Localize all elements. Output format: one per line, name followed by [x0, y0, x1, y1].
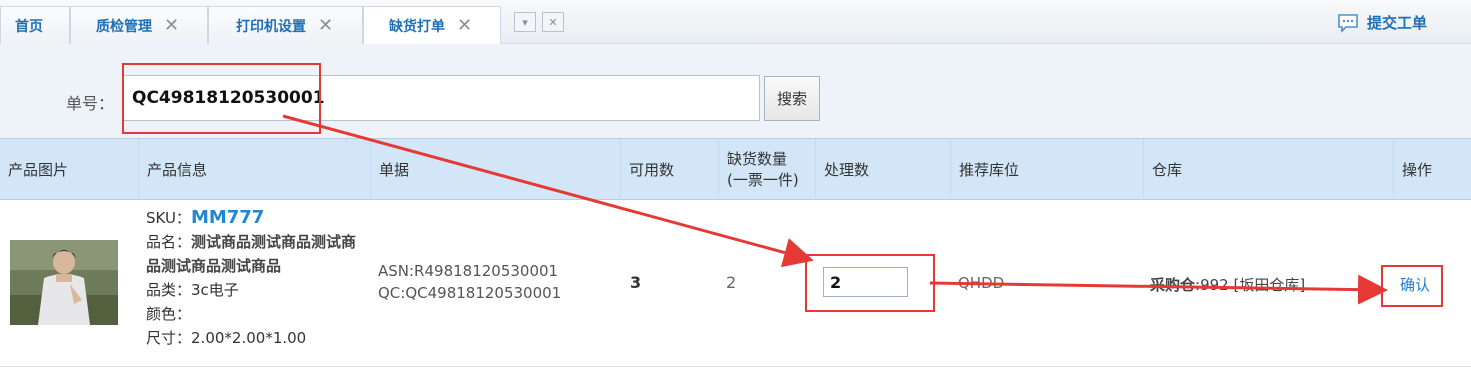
product-info: SKU：MM777 品名：测试商品测试商品测试商品测试商品测试商品 品类：3c电…: [146, 206, 361, 350]
size-label: 尺寸：: [146, 329, 192, 347]
table-row: SKU：MM777 品名：测试商品测试商品测试商品测试商品测试商品 品类：3c电…: [0, 200, 1471, 367]
qc-number: QC:QC49818120530001: [378, 284, 562, 302]
order-number-label: 单号：: [66, 94, 115, 113]
close-icon[interactable]: ✕: [318, 16, 333, 35]
documents: ASN:R49818120530001 QC:QC49818120530001: [378, 260, 561, 304]
recommended-location: QHDD: [958, 274, 1005, 292]
header-process-qty: 处理数: [815, 139, 950, 201]
header-shortage-line2: (一票一件): [727, 171, 799, 189]
shortage-count: 2: [726, 273, 737, 292]
color-label: 颜色：: [146, 305, 192, 323]
close-all-tabs-icon[interactable]: ✕: [542, 12, 564, 32]
header-product-image: 产品图片: [8, 160, 69, 179]
tab-quality-management[interactable]: 质检管理 ✕: [70, 6, 208, 44]
color-line: 颜色：: [146, 302, 361, 326]
tab-label: 打印机设置: [236, 18, 306, 35]
header-recommended-location: 推荐库位: [950, 139, 1143, 201]
asn-number: ASN:R49818120530001: [378, 262, 559, 280]
name-line: 品名：测试商品测试商品测试商品测试商品测试商品: [146, 230, 361, 278]
tab-printer-settings[interactable]: 打印机设置 ✕: [208, 6, 363, 44]
header-shortage-line1: 缺货数量: [727, 150, 788, 168]
product-image: [10, 240, 118, 325]
search-button[interactable]: 搜索: [764, 76, 820, 121]
header-documents: 单据: [370, 139, 620, 201]
submit-ticket-button[interactable]: 提交工单: [1337, 12, 1427, 33]
close-icon[interactable]: ✕: [457, 17, 472, 35]
name-label: 品名：: [146, 233, 192, 251]
header-shortage: 缺货数量 (一票一件): [718, 139, 815, 201]
tab-label: 首页: [15, 18, 43, 35]
warehouse-type: 采购仓: [1150, 276, 1196, 294]
close-icon[interactable]: ✕: [164, 16, 179, 35]
warehouse: 采购仓:992 [坂田仓库]: [1150, 274, 1305, 295]
table-header: 产品图片 产品信息 单据 可用数 缺货数量 (一票一件) 处理数 推荐库位 仓库…: [0, 138, 1471, 201]
annotation-box-order-number: [122, 63, 321, 134]
chat-bubble-icon: [1338, 13, 1358, 33]
warehouse-detail: :992 [坂田仓库]: [1195, 276, 1306, 294]
tab-out-of-stock-print[interactable]: 缺货打单 ✕: [363, 6, 501, 45]
sku-label: SKU：: [146, 209, 191, 227]
tab-home[interactable]: 首页: [0, 6, 70, 44]
category-value: 3c电子: [191, 281, 239, 299]
tab-label: 缺货打单: [389, 19, 445, 35]
annotation-box-process-qty: [805, 254, 935, 312]
size-line: 尺寸：2.00*2.00*1.00: [146, 326, 361, 350]
header-product-info: 产品信息: [138, 139, 370, 201]
size-value: 2.00*2.00*1.00: [191, 329, 307, 347]
available-count: 3: [630, 273, 642, 292]
annotation-box-confirm: [1381, 265, 1443, 307]
tab-bar: 首页 质检管理 ✕ 打印机设置 ✕ 缺货打单 ✕ ▾ ✕ 提交工单: [0, 0, 1471, 45]
submit-ticket-label: 提交工单: [1366, 14, 1427, 32]
sku-value: MM777: [190, 207, 265, 228]
category-label: 品类：: [146, 281, 192, 299]
category-line: 品类：3c电子: [146, 278, 361, 302]
chevron-down-icon[interactable]: ▾: [514, 12, 536, 32]
header-actions: 操作: [1393, 139, 1471, 201]
header-available: 可用数: [620, 139, 718, 201]
tab-label: 质检管理: [96, 18, 152, 35]
header-warehouse: 仓库: [1143, 139, 1393, 201]
sku-line: SKU：MM777: [146, 206, 361, 230]
